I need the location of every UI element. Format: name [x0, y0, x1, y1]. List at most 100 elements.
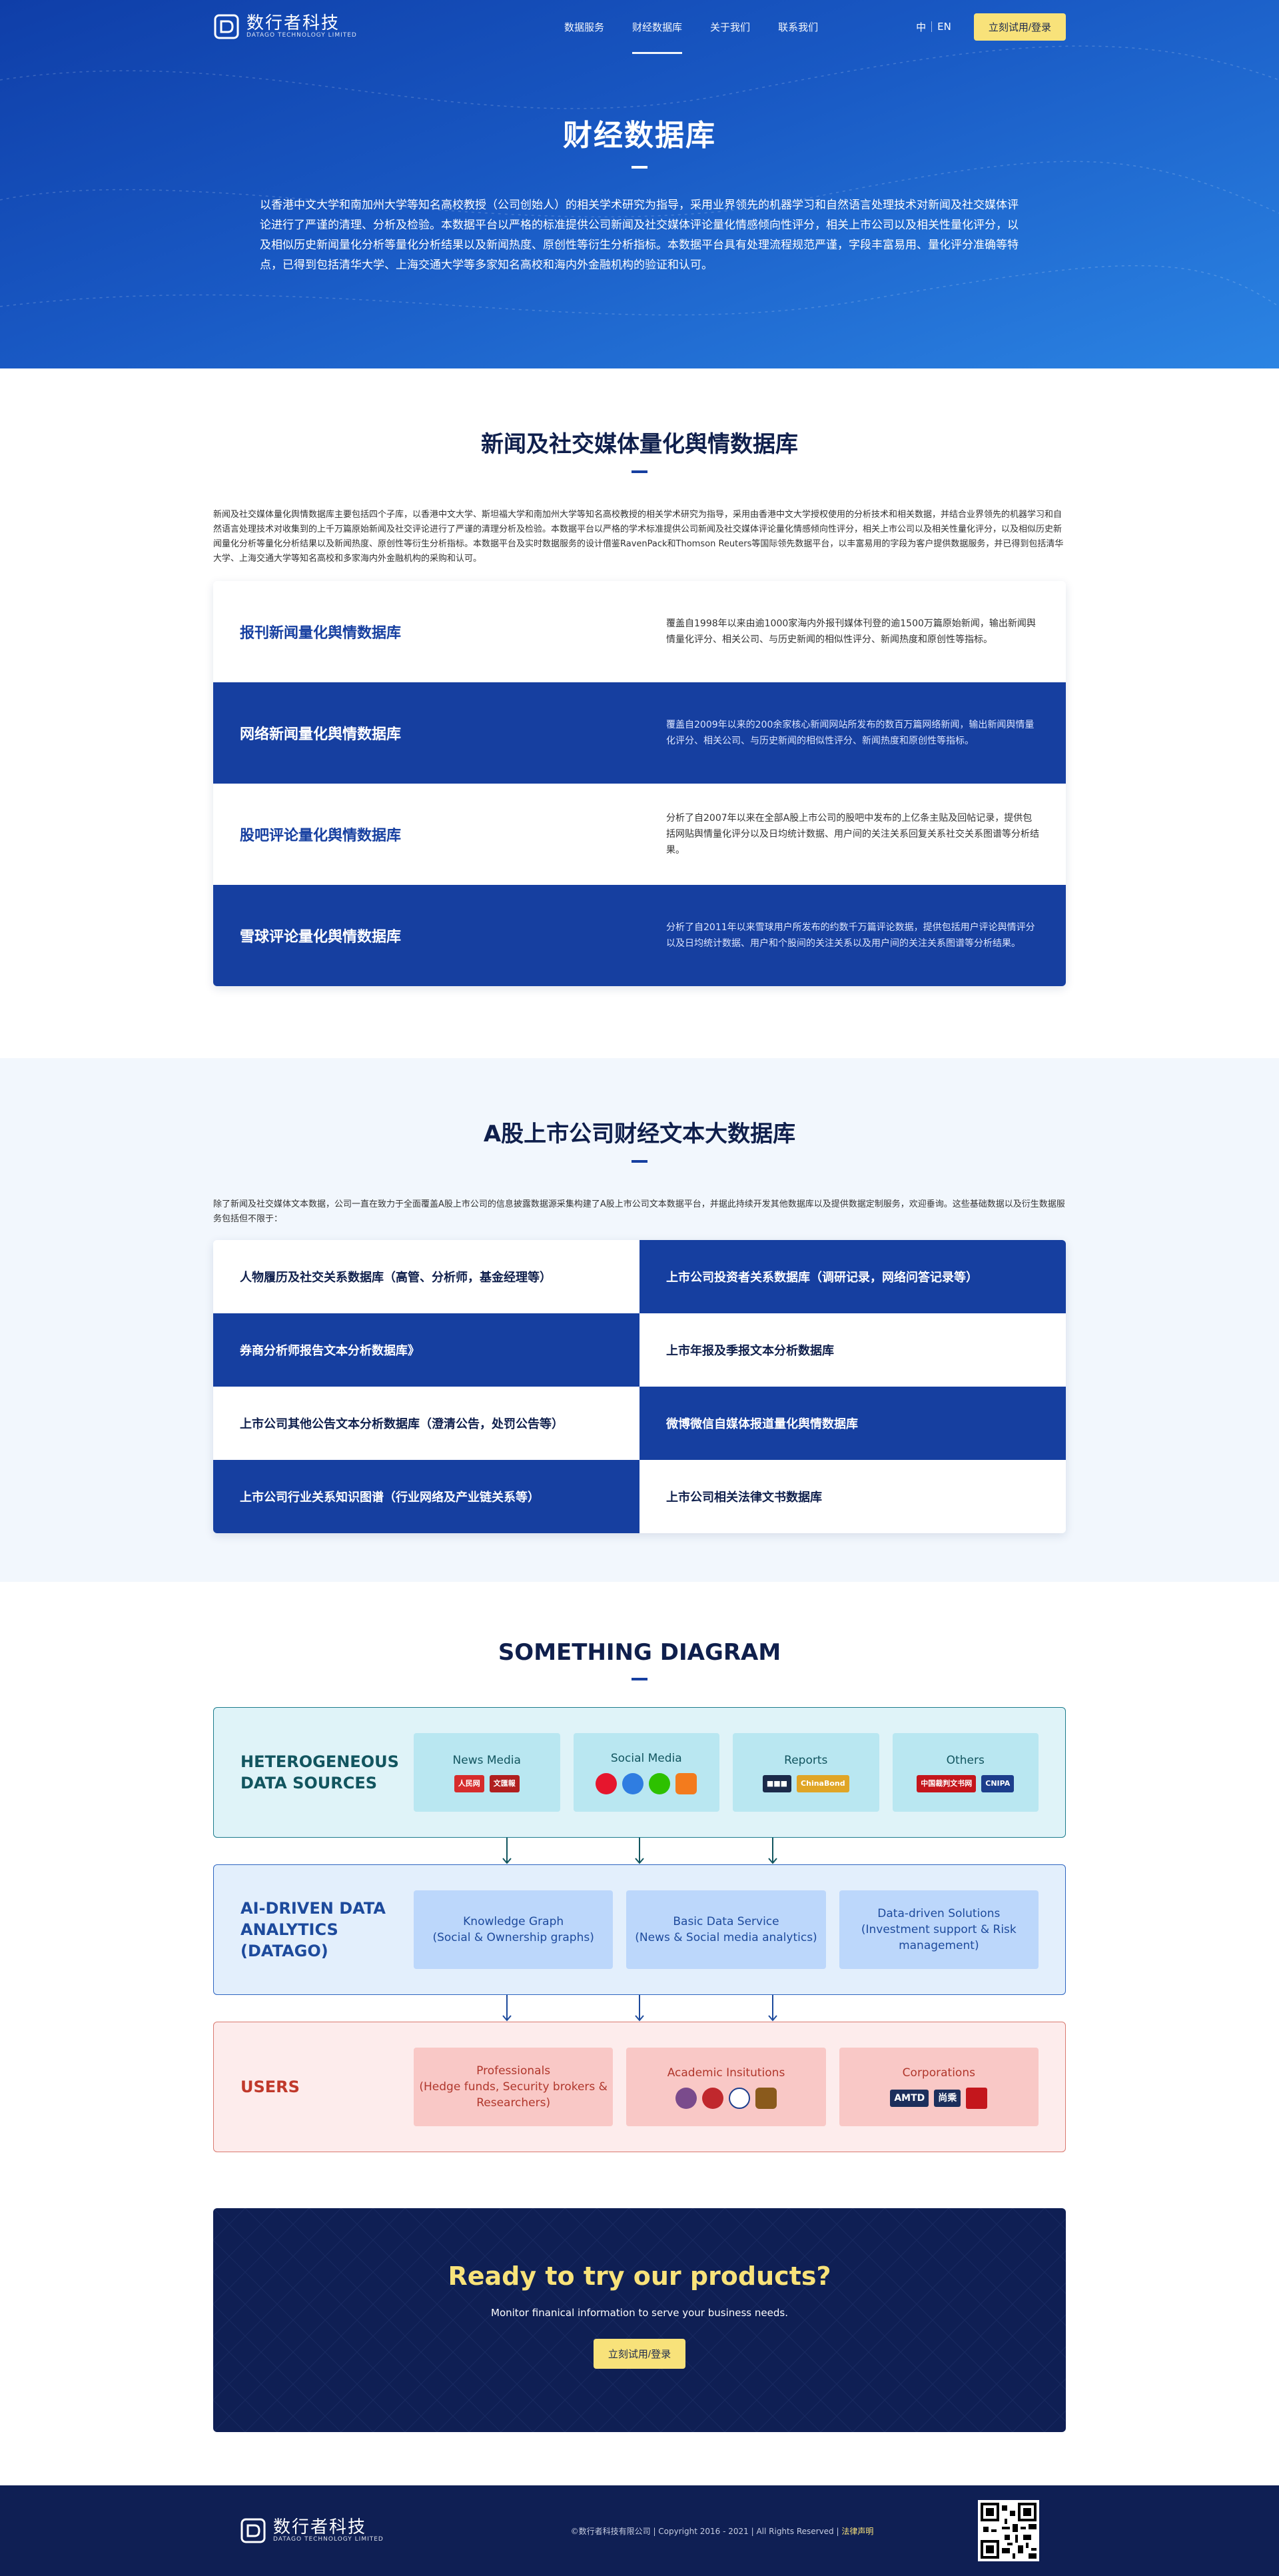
- box-title: Knowledge Graph: [463, 1915, 564, 1928]
- social-media-box: Social Media: [573, 1733, 719, 1812]
- news-section: 新闻及社交媒体量化舆情数据库 新闻及社交媒体量化舆情数据库主要包括四个子库，以香…: [0, 368, 1279, 1058]
- architecture-diagram: HETEROGENEOUS DATA SOURCES News Media 人民…: [213, 1707, 1066, 2154]
- box-title: News Media: [452, 1754, 521, 1767]
- section-description: 除了新闻及社交媒体文本数据，公司一直在致力于全面覆盖A股上市公司的信息披露数据源…: [213, 1199, 1065, 1224]
- login-button[interactable]: 立刻试用/登录: [973, 13, 1066, 41]
- grid-item[interactable]: 上市年报及季报文本分析数据库: [640, 1313, 1066, 1387]
- professionals-box: Professionals (Hedge funds, Security bro…: [414, 2048, 614, 2126]
- footer-logo[interactable]: 数行者科技 DATAGO TECHNOLOGY LIMITED: [240, 2517, 466, 2544]
- list-item[interactable]: 股吧评论量化舆情数据库 分析了自2007年以来在全部A股上市公司的股吧中发布的上…: [213, 784, 1066, 885]
- cta-section: Ready to try our products? Monitor finan…: [0, 2154, 1279, 2485]
- box-subtitle: (Hedge funds, Security brokers & Researc…: [419, 2080, 608, 2110]
- arrow-down-icon: [768, 1995, 777, 2022]
- logo-group: AMTD 尚乘: [859, 2088, 1019, 2109]
- item-title: 网络新闻量化舆情数据库: [240, 726, 402, 743]
- nav-link-finance-db[interactable]: 财经数据库: [632, 13, 683, 54]
- grid-item[interactable]: 微博微信自媒体报道量化舆情数据库: [640, 1387, 1066, 1460]
- database-list: 报刊新闻量化舆情数据库 覆盖自1998年以来由逾1000家海内外报刊媒体刊登的逾…: [213, 581, 1066, 986]
- lang-divider: [931, 21, 933, 32]
- list-item[interactable]: 报刊新闻量化舆情数据库 覆盖自1998年以来由逾1000家海内外报刊媒体刊登的逾…: [213, 581, 1066, 682]
- snowball-icon: [622, 1773, 644, 1794]
- main-menu: 数据服务 财经数据库 关于我们 联系我们: [466, 13, 916, 54]
- people-daily-logo: 人民网: [454, 1775, 484, 1792]
- copyright-text: ©数行者科技有限公司 | Copyright 2016 - 2021 | All…: [570, 2526, 842, 2536]
- arrow-down-icon: [502, 1838, 512, 1864]
- ashare-section: A股上市公司财经文本大数据库 除了新闻及社交媒体文本数据，公司一直在致力于全面覆…: [0, 1058, 1279, 1582]
- arrow-down-icon: [635, 1995, 644, 2022]
- lang-cn[interactable]: 中: [916, 20, 926, 34]
- logo-subtext: DATAGO TECHNOLOGY LIMITED: [273, 2536, 384, 2543]
- amtd-cn-logo: 尚乘: [934, 2090, 961, 2107]
- logo-text: 数行者科技: [246, 13, 340, 33]
- legal-link[interactable]: 法律声明: [841, 2527, 873, 2536]
- amtd-logo: AMTD: [890, 2090, 929, 2107]
- top-nav: 数行者科技 DATAGO TECHNOLOGY LIMITED 数据服务 财经数…: [0, 0, 1279, 54]
- data-driven-solutions-box: Data-driven Solutions (Investment suppor…: [839, 1890, 1039, 1969]
- logo-group: 中国裁判文书网 CNIPA: [907, 1775, 1024, 1792]
- item-description: 覆盖自2009年以来的200余家核心新闻网站所发布的数百万篇网络新闻，输出新闻舆…: [666, 720, 1035, 746]
- grid-item[interactable]: 上市公司相关法律文书数据库: [640, 1460, 1066, 1533]
- knowledge-graph-box: Knowledge Graph (Social & Ownership grap…: [414, 1890, 614, 1969]
- university-crest-icon: [755, 2088, 777, 2109]
- wenweipo-logo: 文匯報: [489, 1775, 520, 1792]
- box-title: Others: [946, 1754, 985, 1767]
- band-label: AI-DRIVEN DATA ANALYTICS (DATAGO): [240, 1899, 386, 1960]
- item-description: 分析了自2007年以来在全部A股上市公司的股吧中发布的上亿条主贴及回帖记录，提供…: [666, 813, 1039, 856]
- item-title: 报刊新闻量化舆情数据库: [240, 625, 402, 642]
- logo-subtext: DATAGO TECHNOLOGY LIMITED: [246, 32, 357, 39]
- title-underline: [632, 1160, 647, 1163]
- academic-institutions-box: Academic Insitutions: [626, 2048, 826, 2126]
- page-title: 财经数据库: [563, 119, 716, 153]
- list-item[interactable]: 雪球评论量化舆情数据库 分析了自2011年以来雪球用户所发布的约数千万篇评论数据…: [213, 885, 1066, 986]
- wechat-icon: [649, 1773, 671, 1794]
- nav-link-contact[interactable]: 联系我们: [778, 13, 818, 41]
- band-label: USERS: [240, 2078, 300, 2096]
- logo-group: [646, 2088, 805, 2109]
- grid-item[interactable]: 上市公司行业关系知识图谱（行业网络及产业链关系等）: [213, 1460, 640, 1533]
- corporations-box: Corporations AMTD 尚乘: [839, 2048, 1039, 2126]
- grid-item[interactable]: 人物履历及社交关系数据库（高管、分析师，基金经理等）: [213, 1240, 640, 1313]
- weibo-icon: [596, 1773, 618, 1794]
- database-grid: 人物履历及社交关系数据库（高管、分析师，基金经理等） 上市公司投资者关系数据库（…: [213, 1240, 1066, 1533]
- box-subtitle: (News & Social media analytics): [635, 1931, 817, 1944]
- exchange-logo: ■■■: [762, 1775, 792, 1792]
- arrow-down-icon: [502, 1995, 512, 2022]
- hero-section: 数行者科技 DATAGO TECHNOLOGY LIMITED 数据服务 财经数…: [0, 0, 1279, 368]
- box-subtitle: (Investment support & Risk management): [861, 1923, 1017, 1952]
- title-underline: [632, 1678, 647, 1680]
- grid-item[interactable]: 上市公司其他公告文本分析数据库（澄清公告，处罚公告等）: [213, 1387, 640, 1460]
- cta-card: Ready to try our products? Monitor finan…: [213, 2208, 1066, 2432]
- item-description: 分析了自2011年以来雪球用户所发布的约数千万篇评论数据，提供包括用户评论舆情评…: [666, 922, 1035, 949]
- news-media-box: News Media 人民网 文匯報: [414, 1733, 560, 1812]
- box-title: Social Media: [610, 1752, 682, 1765]
- title-underline: [632, 470, 647, 473]
- lang-en[interactable]: EN: [937, 21, 951, 33]
- section-description: 新闻及社交媒体量化舆情数据库主要包括四个子库，以香港中文大学、斯坦福大学和南加州…: [213, 510, 1064, 564]
- section-title: 新闻及社交媒体量化舆情数据库: [481, 431, 798, 458]
- list-item[interactable]: 网络新闻量化舆情数据库 覆盖自2009年以来的200余家核心新闻网站所发布的数百…: [213, 682, 1066, 784]
- nav-link-about[interactable]: 关于我们: [710, 13, 750, 41]
- arrow-down-icon: [768, 1838, 777, 1864]
- logo-group: 人民网 文匯報: [428, 1775, 546, 1792]
- nav-link-data-service[interactable]: 数据服务: [564, 13, 604, 41]
- grid-item[interactable]: 上市公司投资者关系数据库（调研记录，网络问答记录等）: [640, 1240, 1066, 1313]
- logo-group: [588, 1773, 705, 1794]
- logo-icon: [214, 14, 239, 39]
- seal-logo-icon: [966, 2088, 988, 2109]
- chinabond-logo: ChinaBond: [797, 1775, 849, 1792]
- grid-item[interactable]: 券商分析师报告文本分析数据库》: [213, 1313, 640, 1387]
- cta-button[interactable]: 立刻试用/登录: [593, 2339, 686, 2369]
- arrow-down-icon: [635, 1838, 644, 1864]
- guba-icon: [675, 1773, 697, 1794]
- section-title: SOMETHING DIAGRAM: [498, 1639, 781, 1666]
- hero-description: 以香港中文大学和南加州大学等知名高校教授（公司创始人）的相关学术研究为指导，采用…: [260, 199, 1019, 272]
- university-seal-icon: [675, 2088, 697, 2109]
- box-subtitle: (Social & Ownership graphs): [432, 1931, 594, 1944]
- footer: 数行者科技 DATAGO TECHNOLOGY LIMITED ©数行者科技有限…: [0, 2485, 1279, 2576]
- box-title: Professionals: [476, 2064, 551, 2078]
- others-box: Others 中国裁判文书网 CNIPA: [892, 1733, 1039, 1812]
- section-title: A股上市公司财经文本大数据库: [483, 1121, 796, 1147]
- logo-text: 数行者科技: [273, 2517, 367, 2537]
- band-label: HETEROGENEOUS DATA SOURCES: [240, 1752, 399, 1792]
- copyright: ©数行者科技有限公司 | Copyright 2016 - 2021 | All…: [466, 2525, 978, 2537]
